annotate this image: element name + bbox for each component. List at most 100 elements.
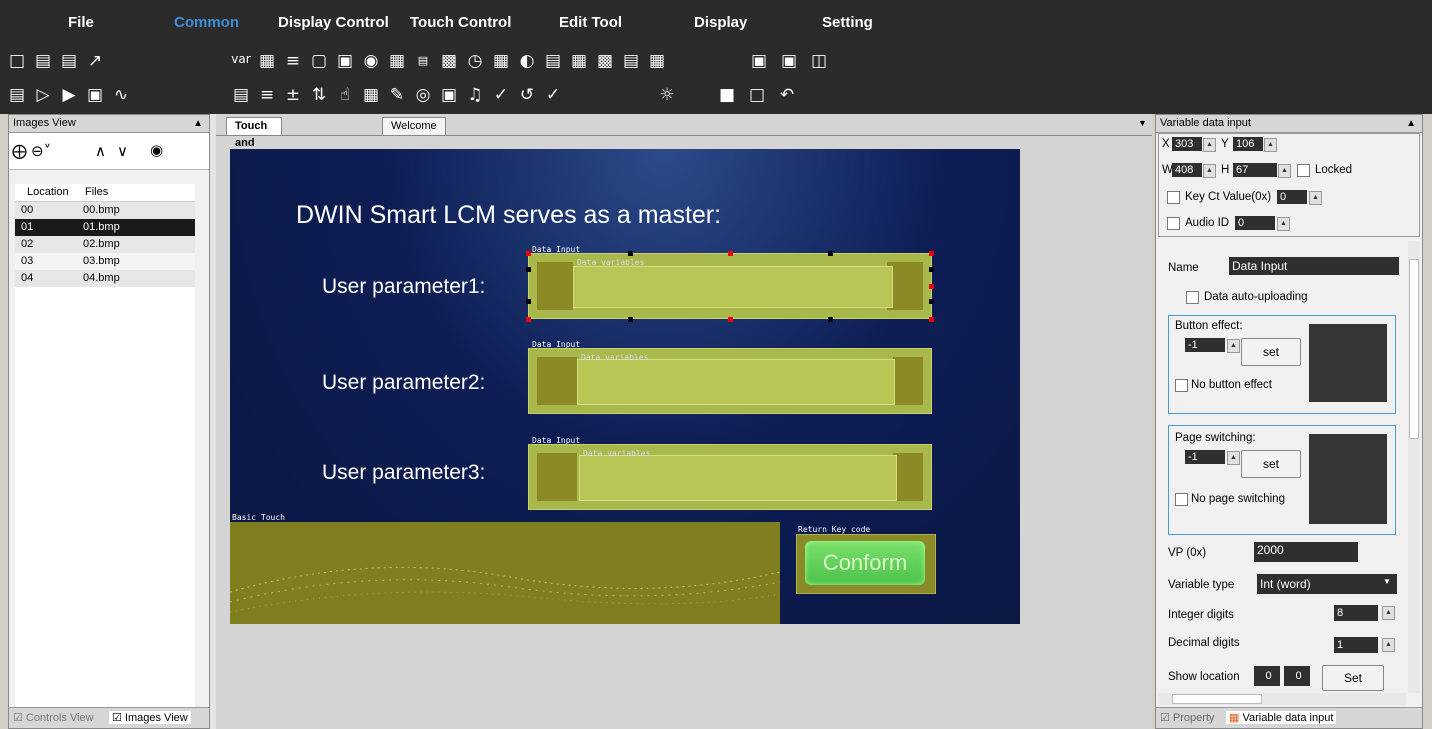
paste-icon[interactable]: ▣ bbox=[778, 50, 800, 72]
tab-variable-data-input[interactable]: ▦ Variable data input bbox=[1226, 711, 1337, 724]
tab-dropdown-icon[interactable]: ▼ bbox=[1138, 118, 1147, 128]
export-icon[interactable]: ↗ bbox=[84, 50, 106, 72]
audio-field[interactable]: 0 bbox=[1235, 216, 1275, 230]
vertical-scrollbar[interactable] bbox=[1408, 241, 1420, 693]
menu-common[interactable]: Common bbox=[174, 14, 239, 31]
check-icon[interactable]: ✓ bbox=[490, 84, 512, 106]
eye-icon[interactable]: ◉ bbox=[150, 141, 163, 159]
add-image-icon[interactable]: ⨁ bbox=[12, 142, 27, 160]
resize-handle[interactable] bbox=[929, 317, 934, 322]
pin-icon[interactable]: ▲ bbox=[1406, 115, 1416, 132]
new-file-icon[interactable]: □ bbox=[6, 50, 28, 72]
resize-handle[interactable] bbox=[828, 317, 833, 322]
data-variable-icon[interactable]: ▩ bbox=[438, 50, 460, 72]
menu-display-control[interactable]: Display Control bbox=[278, 14, 389, 31]
copy2-icon[interactable]: □ bbox=[746, 84, 768, 106]
tab-welcome[interactable]: Welcome bbox=[382, 117, 446, 135]
list-display-icon[interactable]: ≡ bbox=[256, 84, 278, 106]
w-spinner[interactable]: ▲ bbox=[1203, 164, 1216, 178]
menu-file[interactable]: File bbox=[68, 14, 94, 31]
save-as-icon[interactable]: ▤ bbox=[58, 50, 80, 72]
auto-upload-checkbox[interactable] bbox=[1186, 291, 1199, 304]
resize-handle[interactable] bbox=[526, 299, 531, 304]
x-field[interactable]: 303 bbox=[1172, 137, 1202, 151]
resize-handle[interactable] bbox=[929, 299, 934, 304]
audio-spinner[interactable]: ▲ bbox=[1277, 217, 1290, 231]
decimal-digits-spinner[interactable]: ▲ bbox=[1382, 638, 1395, 652]
h-spinner[interactable]: ▲ bbox=[1278, 164, 1291, 178]
resize-handle[interactable] bbox=[526, 251, 531, 256]
no-page-switching-checkbox[interactable] bbox=[1175, 493, 1188, 506]
resize-handle[interactable] bbox=[526, 317, 531, 322]
table-row[interactable]: 04 04.bmp bbox=[15, 270, 195, 287]
delete-icon[interactable]: ◫ bbox=[808, 50, 830, 72]
name-field[interactable]: Data Input bbox=[1229, 257, 1399, 275]
resize-handle[interactable] bbox=[929, 284, 934, 289]
icon-variable-icon[interactable]: ▤ bbox=[542, 50, 564, 72]
resize-handle[interactable] bbox=[526, 267, 531, 272]
text-box-icon[interactable]: ▢ bbox=[308, 50, 330, 72]
column-location[interactable]: Location bbox=[27, 184, 69, 201]
audio-checkbox[interactable] bbox=[1167, 217, 1180, 230]
page-switching-set-button[interactable]: set bbox=[1241, 450, 1301, 478]
menu-touch-control[interactable]: Touch Control bbox=[410, 14, 511, 31]
w-field[interactable]: 408 bbox=[1172, 163, 1202, 177]
scroll-thumb[interactable] bbox=[1409, 259, 1419, 439]
touch-icon[interactable]: ☝ bbox=[334, 84, 356, 106]
decimal-digits-field[interactable]: 1 bbox=[1334, 637, 1378, 653]
tab-controls-view[interactable]: ☑ Controls View bbox=[13, 711, 94, 724]
data-input-2[interactable]: Data variables bbox=[528, 348, 932, 414]
data-input-1[interactable]: Data variables bbox=[528, 253, 932, 319]
resize-handle[interactable] bbox=[628, 251, 633, 256]
table-row[interactable]: 00 00.bmp bbox=[15, 202, 195, 219]
calendar-icon[interactable]: ▦ bbox=[490, 50, 512, 72]
integer-digits-spinner[interactable]: ▲ bbox=[1382, 606, 1395, 620]
slider-touch-icon[interactable]: ✓ bbox=[542, 84, 564, 106]
slider-icon[interactable]: ≡ bbox=[282, 50, 304, 72]
table-row[interactable]: 01 01.bmp bbox=[15, 219, 195, 236]
table-row[interactable]: 03 03.bmp bbox=[15, 253, 195, 270]
curve-icon[interactable]: ∿ bbox=[110, 84, 132, 106]
variable-type-select[interactable]: Int (word) bbox=[1257, 574, 1397, 594]
graph-icon[interactable]: ◐ bbox=[516, 50, 538, 72]
text-display-icon[interactable]: ▤ bbox=[230, 84, 252, 106]
tab-touch-display-config[interactable]: Touch and display config bbox=[226, 117, 282, 183]
duplicate-icon[interactable]: ■ bbox=[716, 84, 738, 106]
menu-display[interactable]: Display bbox=[694, 14, 747, 31]
number-icon[interactable]: ▤ bbox=[412, 50, 434, 72]
list-icon[interactable]: ▤ bbox=[620, 50, 642, 72]
h-scroll-thumb[interactable] bbox=[1172, 694, 1262, 704]
resize-handle[interactable] bbox=[728, 251, 733, 256]
show-location-y-field[interactable]: 0 bbox=[1284, 666, 1310, 686]
key-ct-spinner[interactable]: ▲ bbox=[1309, 191, 1322, 205]
button-effect-set-button[interactable]: set bbox=[1241, 338, 1301, 366]
tab-images-view[interactable]: ☑ Images View bbox=[109, 711, 191, 724]
basic-touch-area[interactable] bbox=[230, 522, 780, 624]
y-field[interactable]: 106 bbox=[1233, 137, 1263, 151]
resize-handle[interactable] bbox=[628, 317, 633, 322]
tab-property[interactable]: ☑ Property bbox=[1160, 711, 1215, 724]
scroll-icon[interactable]: ◎ bbox=[412, 84, 434, 106]
image-icon[interactable]: ▣ bbox=[334, 50, 356, 72]
page-switching-field[interactable]: -1 bbox=[1185, 450, 1225, 464]
edit-icon[interactable]: ✎ bbox=[386, 84, 408, 106]
undo-icon[interactable]: ↶ bbox=[776, 84, 798, 106]
chart-icon[interactable]: ▦ bbox=[646, 50, 668, 72]
h-field[interactable]: 67 bbox=[1233, 163, 1277, 177]
key-ct-field[interactable]: 0 bbox=[1277, 190, 1307, 204]
move-down-icon[interactable]: ∨ bbox=[117, 142, 128, 160]
rotate-icon[interactable]: ↺ bbox=[516, 84, 538, 106]
increment-icon[interactable]: ± bbox=[282, 84, 304, 106]
pin-icon[interactable]: ▲ bbox=[193, 115, 203, 132]
locked-checkbox[interactable] bbox=[1297, 164, 1310, 177]
resize-handle[interactable] bbox=[929, 251, 934, 256]
camera-icon[interactable]: ▣ bbox=[438, 84, 460, 106]
remove-image-icon[interactable]: ⊖˅ bbox=[31, 142, 51, 160]
show-location-set-button[interactable]: Set bbox=[1322, 665, 1384, 691]
play-icon[interactable]: ▷ bbox=[32, 84, 54, 106]
chevron-down-icon[interactable]: ▼ bbox=[1383, 577, 1391, 586]
brightness-icon[interactable]: ☼ bbox=[656, 84, 678, 106]
audio-icon[interactable]: ♫ bbox=[464, 84, 486, 106]
date-icon[interactable]: ▦ bbox=[386, 50, 408, 72]
simulator-icon[interactable]: ▣ bbox=[84, 84, 106, 106]
